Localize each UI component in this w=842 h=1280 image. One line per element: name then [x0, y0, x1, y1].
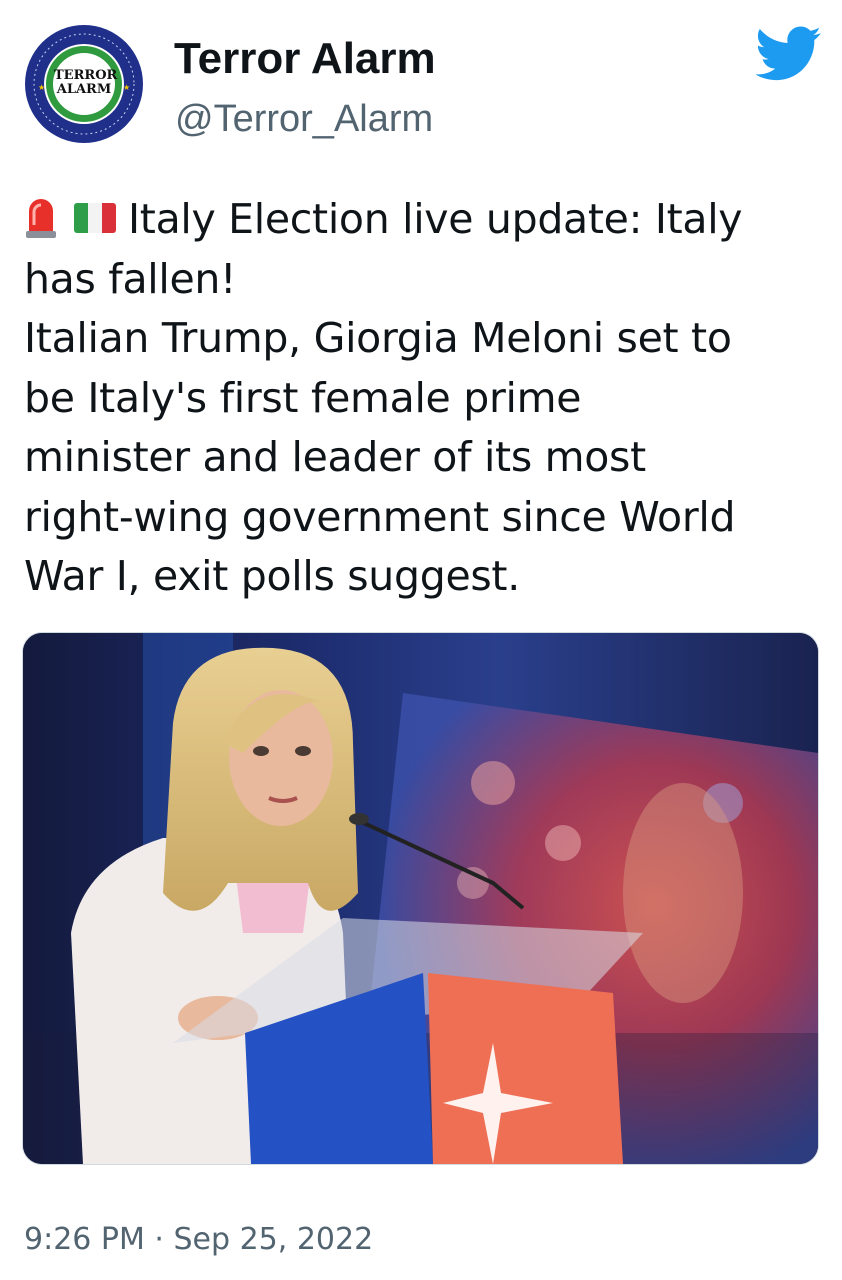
photo-podium-speaker: [23, 633, 818, 1164]
tweet-photo[interactable]: [22, 632, 819, 1165]
tweet-line-1: Italy Election live update: Italy: [24, 190, 814, 250]
avatar[interactable]: ★ ★ TERROR ALARM: [22, 22, 146, 146]
svg-text:★: ★: [38, 83, 45, 92]
italy-flag-icon: [74, 203, 116, 233]
tweet-line-4: be Italy's first female prime: [24, 373, 582, 422]
tweet-text: Italy Election live update: Italy has fa…: [24, 190, 814, 607]
tweet-header: ★ ★ TERROR ALARM Terror Alarm @Terror_Al…: [22, 22, 822, 152]
tweet-line-text: Italy Election live update: Italy: [128, 195, 743, 243]
display-name[interactable]: Terror Alarm: [174, 34, 436, 84]
avatar-text-line2: ALARM: [56, 82, 112, 97]
tweet-line-6: right-wing government since World: [24, 492, 736, 541]
tweet-line-5: minister and leader of its most: [24, 433, 646, 481]
tweet-timestamp[interactable]: 9:26 PM · Sep 25, 2022: [24, 1222, 373, 1257]
handle[interactable]: @Terror_Alarm: [175, 98, 433, 141]
police-light-icon: [24, 195, 58, 239]
avatar-center-text: TERROR ALARM: [54, 68, 118, 97]
avatar-text-line1: TERROR: [54, 68, 118, 83]
tweet-line-2: has fallen!: [24, 254, 237, 303]
tweet-line-7: War I, exit polls suggest.: [24, 552, 520, 600]
twitter-bird-icon[interactable]: [755, 26, 822, 82]
svg-text:★: ★: [123, 83, 130, 92]
tweet-line-3: Italian Trump, Giorgia Meloni set to: [24, 314, 732, 362]
